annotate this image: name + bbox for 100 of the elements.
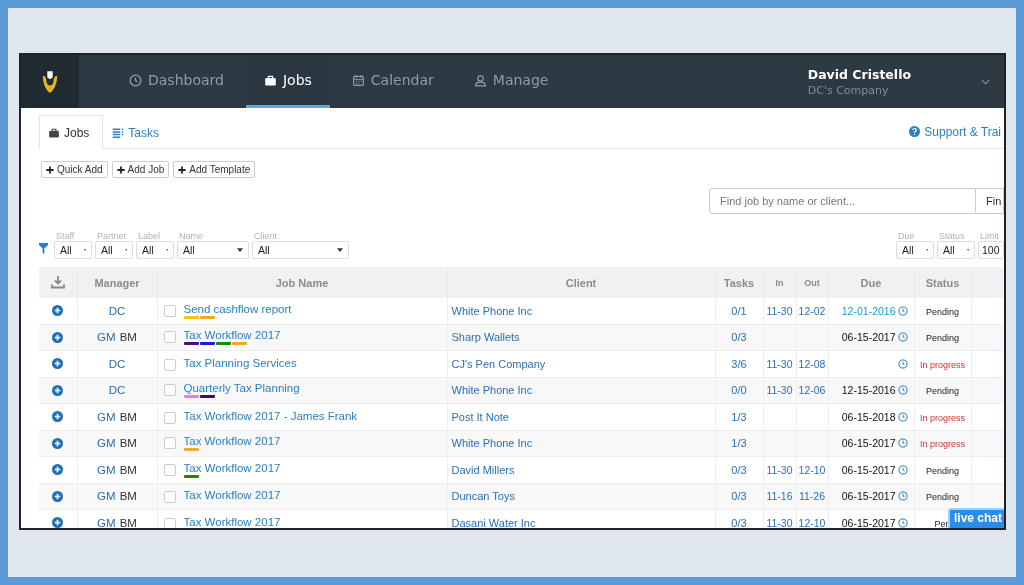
plus-circle-icon	[52, 464, 64, 476]
client-link[interactable]: David Millers	[451, 463, 515, 476]
in-date: 11-30	[766, 463, 793, 476]
due-date: 06-15-2018	[841, 410, 896, 423]
status-text: In progress	[920, 412, 965, 423]
checkbox[interactable]	[163, 411, 176, 424]
due-date: 06-15-2017	[841, 516, 896, 528]
add-button[interactable]: Add Job	[111, 161, 170, 178]
task-count-link[interactable]: 1/3	[731, 437, 747, 450]
nav-tab[interactable]: Calendar	[333, 55, 452, 108]
client-link[interactable]: Post It Note	[451, 410, 509, 423]
column-header[interactable]: Client	[565, 276, 597, 289]
clock-icon	[897, 517, 908, 528]
filter-label: Staff	[55, 232, 76, 241]
job-link[interactable]: Quarterly Tax Planning	[183, 382, 300, 395]
column-header[interactable]: In	[775, 277, 784, 288]
column-header[interactable]: Due	[860, 276, 882, 289]
in-date: 11-30	[766, 304, 793, 317]
checkbox[interactable]	[163, 358, 176, 371]
out-date: 12-10	[798, 516, 826, 528]
clock-icon	[897, 438, 908, 449]
filter-dropdown[interactable]: All	[95, 241, 133, 259]
filter-dropdown[interactable]: All	[54, 241, 92, 259]
sub-tab[interactable]: Tasks	[103, 115, 174, 149]
task-count-link[interactable]: 0/0	[731, 384, 747, 397]
manager-initials: BM	[119, 410, 137, 423]
plus-circle-icon	[52, 437, 64, 449]
support-link[interactable]: Support & Trai	[909, 115, 1001, 148]
client-link[interactable]: White Phone Inc	[451, 304, 533, 317]
task-count-link[interactable]: 3/6	[731, 357, 747, 370]
filter-dropdown[interactable]: All	[937, 241, 975, 259]
live-chat-button[interactable]: live chat	[948, 508, 1004, 528]
task-count-link[interactable]: 0/3	[731, 463, 747, 476]
filter-label: Status	[938, 232, 966, 241]
client-link[interactable]: Dasani Water Inc	[451, 516, 536, 528]
caret-down-icon	[237, 248, 243, 252]
client-link[interactable]: White Phone Inc	[451, 437, 533, 450]
due-date: 06-15-2017	[841, 463, 896, 476]
column-header[interactable]: Out	[804, 277, 820, 288]
checkbox[interactable]	[163, 437, 176, 450]
checkbox[interactable]	[163, 384, 176, 397]
job-link[interactable]: Tax Workflow 2017	[183, 461, 281, 474]
job-link[interactable]: Tax Workflow 2017	[183, 489, 281, 502]
in-date: 11-30	[766, 516, 793, 528]
briefcase-icon	[263, 73, 277, 87]
filter-dropdown[interactable]: All	[252, 241, 349, 259]
caret-down-icon	[124, 248, 127, 252]
caret-down-icon	[925, 248, 928, 252]
job-link[interactable]: Tax Workflow 2017	[183, 329, 281, 342]
limit-field[interactable]: 100	[978, 241, 1004, 259]
client-link[interactable]: CJ's Pen Company	[451, 357, 546, 370]
column-header[interactable]: Job Name	[275, 276, 329, 289]
nav-tab[interactable]: Dashboard	[111, 55, 242, 108]
plus-icon	[116, 165, 125, 174]
filter-dropdown[interactable]: All	[896, 241, 934, 259]
help-icon	[909, 126, 921, 137]
due-date: 06-15-2017	[841, 437, 896, 450]
job-link[interactable]: Tax Workflow 2017 - James Frank	[183, 409, 358, 422]
task-count-link[interactable]: 0/3	[731, 331, 747, 344]
caret-down-icon	[83, 248, 86, 252]
checkbox[interactable]	[163, 517, 176, 528]
plus-circle-icon	[52, 411, 64, 423]
status-text: Pending	[926, 333, 959, 344]
in-date: 11-30	[766, 357, 793, 370]
due-date: 12-15-2016	[841, 384, 896, 397]
manager-initials: BM	[119, 490, 137, 503]
find-button[interactable]: Fin	[976, 188, 1004, 214]
add-button[interactable]: Add Template	[173, 161, 256, 178]
due-date: 12-01-2016	[841, 304, 896, 317]
filter-dropdown[interactable]: All	[136, 241, 174, 259]
clock-icon	[897, 411, 908, 422]
checkbox[interactable]	[163, 463, 176, 476]
checkbox[interactable]	[163, 491, 176, 504]
job-link[interactable]: Tax Workflow 2017	[183, 515, 281, 528]
user-name: David Cristello	[807, 66, 911, 82]
manager-initials: BM	[119, 331, 137, 344]
add-button[interactable]: Quick Add	[41, 161, 108, 178]
clock-icon	[897, 358, 908, 369]
nav-tab[interactable]: Manage	[455, 55, 567, 108]
job-link[interactable]: Tax Planning Services	[183, 356, 297, 369]
out-date: 12-06	[798, 384, 826, 397]
sub-tab[interactable]: Jobs	[39, 115, 104, 149]
task-count-link[interactable]: 0/3	[731, 516, 747, 528]
filter-dropdown[interactable]: All	[177, 241, 249, 259]
nav-tab[interactable]: Jobs	[245, 55, 330, 108]
briefcase-icon	[48, 126, 60, 139]
filter-label: Due	[897, 232, 916, 241]
search-field[interactable]: Find job by name or client...	[709, 188, 976, 214]
plus-circle-icon	[52, 490, 64, 502]
checkbox[interactable]	[163, 304, 176, 317]
task-count-link[interactable]: 0/1	[731, 304, 747, 317]
client-link[interactable]: Duncan Toys	[451, 490, 515, 503]
client-link[interactable]: Sharp Wallets	[451, 331, 520, 344]
checkbox[interactable]	[163, 331, 176, 344]
task-count-link[interactable]: 1/3	[731, 410, 747, 423]
job-link[interactable]: Send cashflow report	[183, 302, 292, 315]
client-link[interactable]: White Phone Inc	[451, 384, 533, 397]
job-link[interactable]: Tax Workflow 2017	[183, 435, 281, 448]
manager-initials: DC	[108, 304, 126, 317]
task-count-link[interactable]: 0/3	[731, 490, 747, 503]
